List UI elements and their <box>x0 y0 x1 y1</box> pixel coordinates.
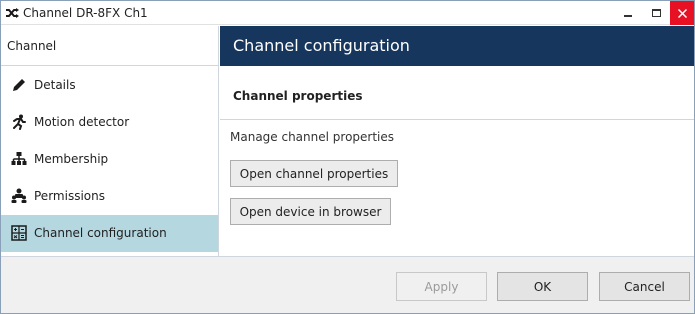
section-title: Channel properties <box>233 89 363 103</box>
users-hierarchy-icon <box>11 188 27 203</box>
section-divider <box>220 119 694 120</box>
apply-button[interactable]: Apply <box>396 272 487 301</box>
sidebar-item-permissions[interactable]: Permissions <box>1 178 218 215</box>
sidebar: Channel Details Motion detector Membersh… <box>1 26 219 256</box>
sidebar-item-details[interactable]: Details <box>1 67 218 104</box>
sidebar-item-membership[interactable]: Membership <box>1 141 218 178</box>
shuffle-icon <box>6 8 19 18</box>
manage-description: Manage channel properties <box>230 130 395 144</box>
title-bar[interactable]: Channel DR-8FX Ch1 <box>1 1 694 25</box>
maximize-icon <box>651 9 661 17</box>
main-pane: Channel configuration Channel properties… <box>220 26 694 256</box>
sidebar-header-label: Channel <box>7 39 57 53</box>
maximize-button[interactable] <box>642 1 670 25</box>
sidebar-item-motion-detector[interactable]: Motion detector <box>1 104 218 141</box>
pencil-icon <box>13 79 25 91</box>
minimize-button[interactable] <box>614 1 642 25</box>
window-title: Channel DR-8FX Ch1 <box>23 6 148 20</box>
page-header: Channel configuration <box>220 26 694 66</box>
sidebar-item-label: Permissions <box>34 189 105 203</box>
running-man-icon <box>13 114 26 130</box>
ok-button[interactable]: OK <box>497 272 588 301</box>
cancel-button[interactable]: Cancel <box>599 272 690 301</box>
sidebar-item-label: Details <box>34 78 76 92</box>
open-channel-properties-button[interactable]: Open channel properties <box>230 160 398 187</box>
sidebar-item-label: Motion detector <box>34 115 130 129</box>
sidebar-item-channel-configuration[interactable]: Channel configuration <box>1 215 218 252</box>
sidebar-item-label: Membership <box>34 152 109 166</box>
channel-settings-window: Channel DR-8FX Ch1 Channel Details Motio… <box>0 0 695 314</box>
dialog-footer: Apply OK Cancel <box>1 256 694 313</box>
page-title: Channel configuration <box>233 36 410 55</box>
minimize-icon <box>624 15 632 17</box>
sidebar-item-label: Channel configuration <box>34 226 167 240</box>
close-icon <box>677 8 687 18</box>
open-device-in-browser-button[interactable]: Open device in browser <box>230 198 391 225</box>
org-chart-icon <box>11 152 27 165</box>
sidebar-header: Channel <box>1 26 218 66</box>
close-button[interactable] <box>670 1 694 25</box>
calculator-icon <box>11 225 27 241</box>
